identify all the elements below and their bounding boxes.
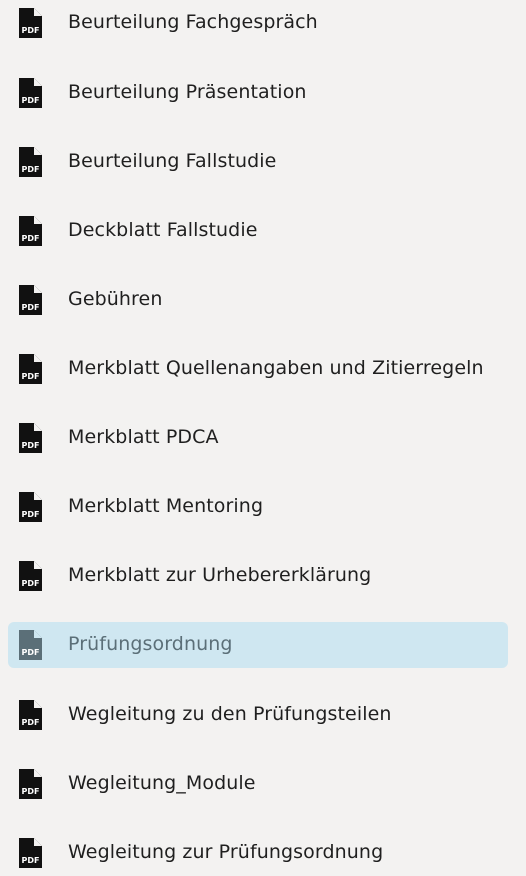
svg-text:PDF: PDF xyxy=(22,303,40,312)
svg-text:PDF: PDF xyxy=(22,441,40,450)
svg-text:PDF: PDF xyxy=(22,718,40,727)
file-label: Beurteilung Fachgespräch xyxy=(68,11,318,34)
pdf-file-icon: PDF xyxy=(19,838,42,868)
file-label: Wegleitung_Module xyxy=(68,772,256,795)
pdf-file-icon: PDF xyxy=(19,147,42,177)
pdf-file-icon: PDF xyxy=(19,492,42,522)
svg-text:PDF: PDF xyxy=(22,372,40,381)
file-label: Beurteilung Präsentation xyxy=(68,81,307,104)
file-item-beurteilung-fachgespraech[interactable]: PDF Beurteilung Fachgespräch xyxy=(8,0,508,46)
svg-text:PDF: PDF xyxy=(22,787,40,796)
pdf-file-icon: PDF xyxy=(19,769,42,799)
svg-text:PDF: PDF xyxy=(22,579,40,588)
svg-text:PDF: PDF xyxy=(22,648,40,657)
pdf-file-icon: PDF xyxy=(19,561,42,591)
file-item-merkblatt-pdca[interactable]: PDF Merkblatt PDCA xyxy=(8,415,508,461)
file-item-merkblatt-quellenangaben[interactable]: PDF Merkblatt Quellenangaben und Zitierr… xyxy=(8,346,508,392)
pdf-file-icon: PDF xyxy=(19,423,42,453)
file-label: Gebühren xyxy=(68,288,163,311)
svg-text:PDF: PDF xyxy=(22,510,40,519)
file-label: Merkblatt Quellenangaben und Zitierregel… xyxy=(68,357,484,380)
file-item-pruefungsordnung[interactable]: PDF Prüfungsordnung xyxy=(8,622,508,668)
file-item-wegleitung-pruefungsteile[interactable]: PDF Wegleitung zu den Prüfungsteilen xyxy=(8,692,508,738)
pdf-file-icon: PDF xyxy=(19,216,42,246)
svg-text:PDF: PDF xyxy=(22,856,40,865)
file-item-beurteilung-praesentation[interactable]: PDF Beurteilung Präsentation xyxy=(8,70,508,116)
pdf-file-icon: PDF xyxy=(19,78,42,108)
file-label: Wegleitung zu den Prüfungsteilen xyxy=(68,703,392,726)
pdf-file-icon: PDF xyxy=(19,354,42,384)
svg-text:PDF: PDF xyxy=(22,26,40,35)
pdf-file-icon: PDF xyxy=(19,8,42,38)
pdf-file-icon: PDF xyxy=(19,700,42,730)
file-label: Merkblatt Mentoring xyxy=(68,495,264,518)
file-item-wegleitung-module[interactable]: PDF Wegleitung_Module xyxy=(8,761,508,807)
file-label: Prüfungsordnung xyxy=(68,633,233,656)
file-item-merkblatt-urhebererklaerung[interactable]: PDF Merkblatt zur Urhebererklärung xyxy=(8,553,508,599)
file-label: Wegleitung zur Prüfungsordnung xyxy=(68,841,384,864)
file-item-gebuehren[interactable]: PDF Gebühren xyxy=(8,277,508,323)
svg-text:PDF: PDF xyxy=(22,165,40,174)
file-item-beurteilung-fallstudie[interactable]: PDF Beurteilung Fallstudie xyxy=(8,139,508,185)
file-label: Merkblatt PDCA xyxy=(68,426,219,449)
file-label: Merkblatt zur Urhebererklärung xyxy=(68,564,372,587)
svg-text:PDF: PDF xyxy=(22,96,40,105)
pdf-file-icon: PDF xyxy=(19,630,42,660)
file-item-deckblatt-fallstudie[interactable]: PDF Deckblatt Fallstudie xyxy=(8,208,508,254)
file-label: Beurteilung Fallstudie xyxy=(68,150,277,173)
file-item-wegleitung-pruefungsordnung[interactable]: PDF Wegleitung zur Prüfungsordnung xyxy=(8,830,508,876)
pdf-file-icon: PDF xyxy=(19,285,42,315)
file-item-merkblatt-mentoring[interactable]: PDF Merkblatt Mentoring xyxy=(8,484,508,530)
file-label: Deckblatt Fallstudie xyxy=(68,219,258,242)
svg-text:PDF: PDF xyxy=(22,234,40,243)
